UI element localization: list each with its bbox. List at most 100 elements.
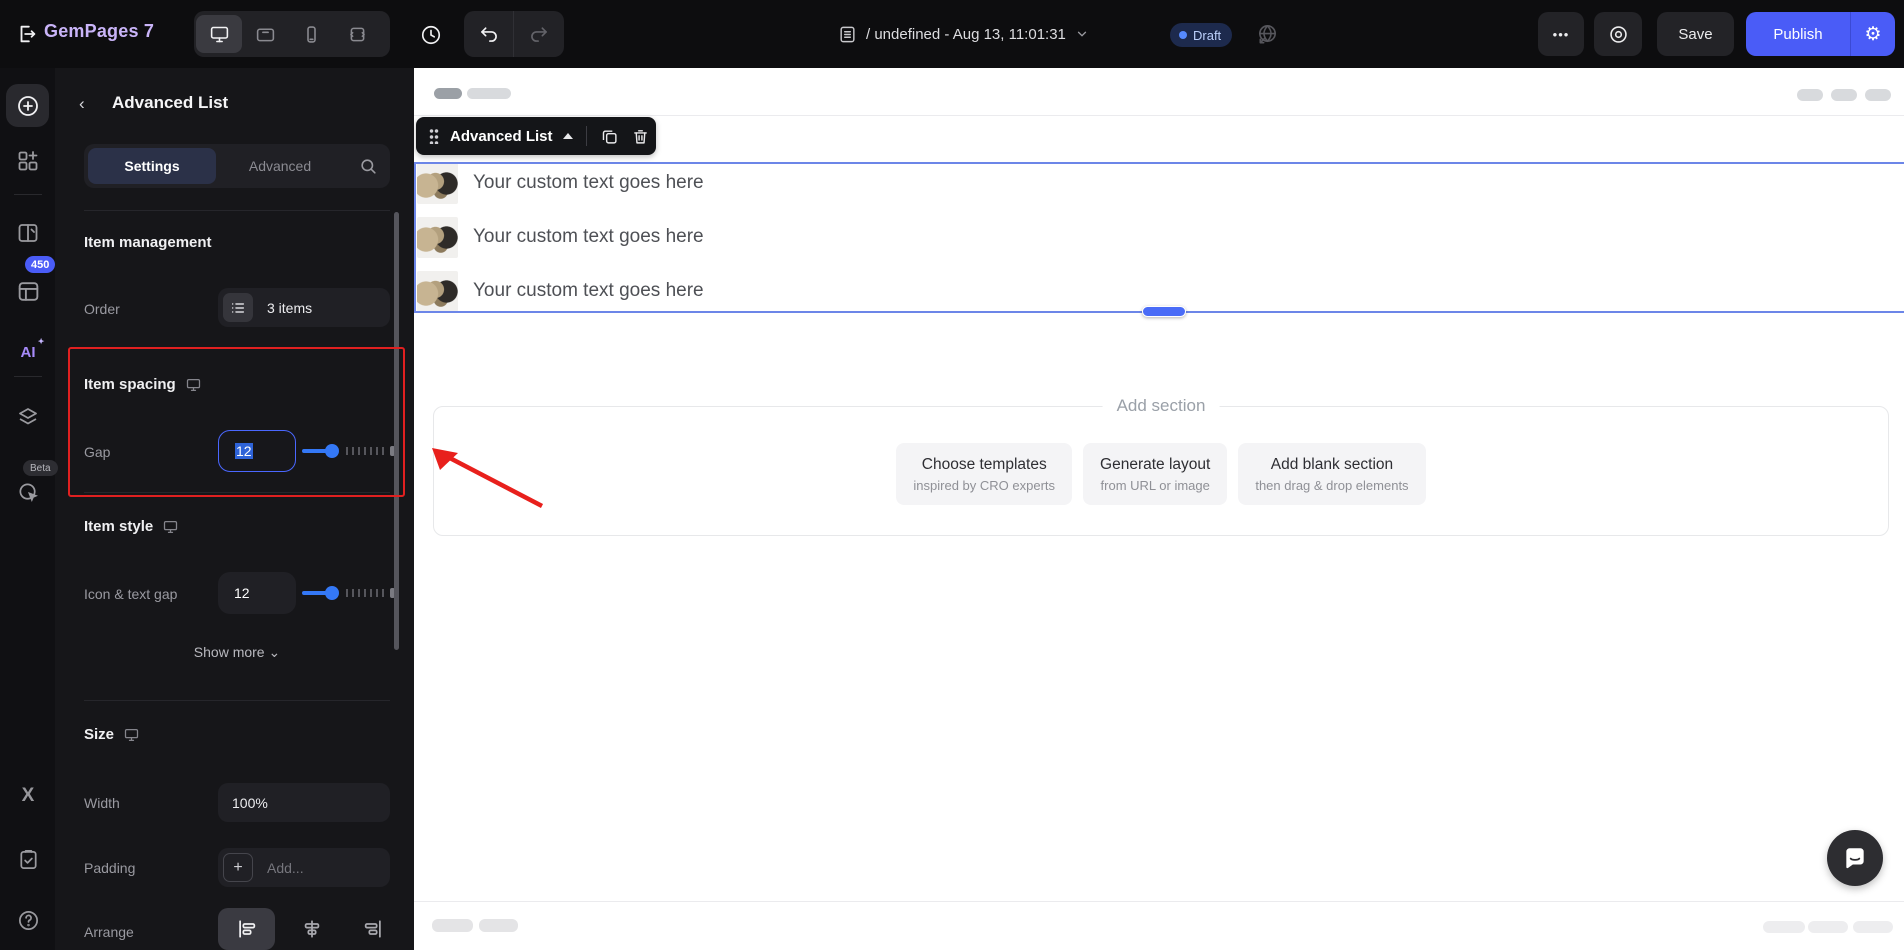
publish-button[interactable]: Publish bbox=[1746, 12, 1851, 56]
save-button[interactable]: Save bbox=[1657, 12, 1734, 56]
tab-settings[interactable]: Settings bbox=[88, 148, 216, 184]
icon-text-gap-input[interactable]: 12 bbox=[218, 572, 296, 614]
gap-input[interactable]: 12 bbox=[218, 430, 296, 472]
desktop-scope-icon bbox=[124, 728, 139, 741]
layers-icon bbox=[19, 408, 37, 425]
skeleton-bar bbox=[479, 919, 518, 932]
padding-control[interactable]: + Add... bbox=[218, 848, 390, 887]
publish-settings-gear-icon[interactable]: ⚙ bbox=[1851, 12, 1895, 56]
icon-text-gap-slider-thumb[interactable] bbox=[325, 586, 339, 600]
skeleton-bar bbox=[432, 919, 473, 932]
x-logo-icon: X bbox=[21, 785, 35, 806]
device-mobile-button[interactable] bbox=[288, 15, 334, 53]
drag-handle-icon[interactable] bbox=[429, 128, 439, 144]
chevron-down-icon[interactable] bbox=[1075, 27, 1089, 41]
trash-icon bbox=[633, 129, 647, 144]
caret-up-icon[interactable] bbox=[562, 133, 573, 139]
device-desktop-button[interactable] bbox=[196, 15, 242, 53]
align-left-icon bbox=[238, 920, 255, 938]
add-element-button[interactable] bbox=[6, 84, 49, 127]
rail-divider bbox=[14, 194, 42, 195]
item-spacing-heading: Item spacing bbox=[84, 376, 202, 393]
ai-assistant-button[interactable]: AI bbox=[14, 337, 45, 364]
search-icon[interactable] bbox=[359, 157, 378, 176]
undo-button[interactable] bbox=[464, 11, 514, 57]
draft-dot-icon bbox=[1179, 31, 1187, 39]
padding-label: Padding bbox=[84, 860, 136, 876]
brand-logo[interactable]: GemPages 7 bbox=[44, 21, 154, 42]
panel-title: Advanced List bbox=[112, 93, 229, 112]
gap-slider-thumb[interactable] bbox=[325, 444, 339, 458]
duplicate-button[interactable] bbox=[601, 128, 618, 145]
plus-icon[interactable]: + bbox=[223, 853, 253, 882]
panel-divider bbox=[84, 700, 390, 701]
list-item-text[interactable]: Your custom text goes here bbox=[473, 226, 704, 248]
skeleton-bar bbox=[1865, 89, 1891, 101]
skeleton-bar bbox=[1808, 921, 1848, 933]
align-center-button[interactable] bbox=[283, 908, 340, 950]
device-switcher bbox=[194, 11, 390, 57]
support-chat-button[interactable] bbox=[1827, 830, 1883, 886]
align-right-icon bbox=[364, 920, 381, 938]
list-item-text[interactable]: Your custom text goes here bbox=[473, 172, 704, 194]
list-item[interactable]: Your custom text goes here bbox=[417, 162, 704, 204]
align-center-icon bbox=[304, 920, 319, 938]
annotation-arrow bbox=[432, 448, 544, 508]
icon-text-gap-label: Icon & text gap bbox=[84, 586, 178, 602]
element-toolbar: Advanced List bbox=[416, 117, 656, 155]
page-title[interactable]: / undefined - Aug 13, 11:01:31 bbox=[866, 26, 1066, 43]
canvas-divider bbox=[414, 901, 1904, 902]
chat-bubble-icon bbox=[1846, 848, 1864, 869]
skeleton-bar bbox=[434, 88, 462, 99]
question-circle-icon bbox=[18, 910, 38, 930]
list-item[interactable]: Your custom text goes here bbox=[417, 216, 704, 258]
feedback-button[interactable] bbox=[16, 846, 40, 872]
gap-slider[interactable] bbox=[302, 444, 396, 458]
list-item-text[interactable]: Your custom text goes here bbox=[473, 280, 704, 302]
generate-layout-button[interactable]: Generate layout from URL or image bbox=[1083, 443, 1228, 505]
choose-templates-button[interactable]: Choose templates inspired by CRO experts bbox=[896, 443, 1073, 505]
theme-pages-button[interactable] bbox=[15, 220, 41, 246]
app-box-icon bbox=[18, 281, 38, 301]
selection-border-left bbox=[414, 162, 416, 312]
add-blank-section-button[interactable]: Add blank section then drag & drop eleme… bbox=[1238, 443, 1426, 505]
show-more-button[interactable]: Show more ⌄ bbox=[84, 644, 390, 661]
icon-text-gap-slider[interactable] bbox=[302, 586, 396, 600]
translate-globe-icon[interactable] bbox=[1254, 21, 1280, 47]
layers-button[interactable] bbox=[15, 404, 41, 430]
device-responsive-button[interactable] bbox=[334, 15, 380, 53]
list-item-image[interactable] bbox=[417, 162, 458, 204]
order-control[interactable]: 3 items bbox=[218, 288, 390, 327]
help-button[interactable] bbox=[16, 908, 40, 932]
align-left-button[interactable] bbox=[218, 908, 275, 950]
list-item-image[interactable] bbox=[417, 270, 458, 312]
list-item[interactable]: Your custom text goes here bbox=[417, 270, 704, 312]
preview-button[interactable] bbox=[1594, 12, 1642, 56]
element-toolbar-label[interactable]: Advanced List bbox=[450, 128, 553, 145]
width-input[interactable]: 100% bbox=[218, 783, 390, 822]
history-icon[interactable] bbox=[418, 22, 444, 48]
apps-button[interactable] bbox=[14, 278, 42, 304]
add-section-label: Add section bbox=[1102, 396, 1220, 416]
sections-library-button[interactable] bbox=[15, 148, 41, 174]
canvas-divider bbox=[414, 115, 1904, 116]
order-value: 3 items bbox=[267, 299, 313, 316]
delete-button[interactable] bbox=[632, 128, 649, 145]
align-right-button[interactable] bbox=[348, 908, 397, 950]
panel-scrollbar[interactable] bbox=[394, 212, 399, 650]
device-tablet-button[interactable] bbox=[242, 15, 288, 53]
more-options-button[interactable]: ••• bbox=[1538, 12, 1584, 56]
tracking-button[interactable] bbox=[16, 480, 41, 505]
list-item-image[interactable] bbox=[417, 216, 458, 258]
exit-editor-icon[interactable] bbox=[14, 20, 40, 48]
selection-border-top bbox=[414, 162, 1904, 164]
add-section-zone: Add section Choose templates inspired by… bbox=[433, 396, 1889, 536]
x-social-button[interactable]: X bbox=[17, 784, 39, 808]
back-icon[interactable]: ‹ bbox=[79, 94, 93, 113]
left-rail: 450 AI Beta X bbox=[0, 68, 58, 950]
annotation-highlight-box bbox=[68, 347, 405, 497]
tab-advanced[interactable]: Advanced bbox=[216, 158, 344, 174]
resize-handle[interactable] bbox=[1142, 306, 1186, 317]
rail-divider bbox=[14, 376, 42, 377]
redo-button[interactable] bbox=[514, 11, 564, 57]
